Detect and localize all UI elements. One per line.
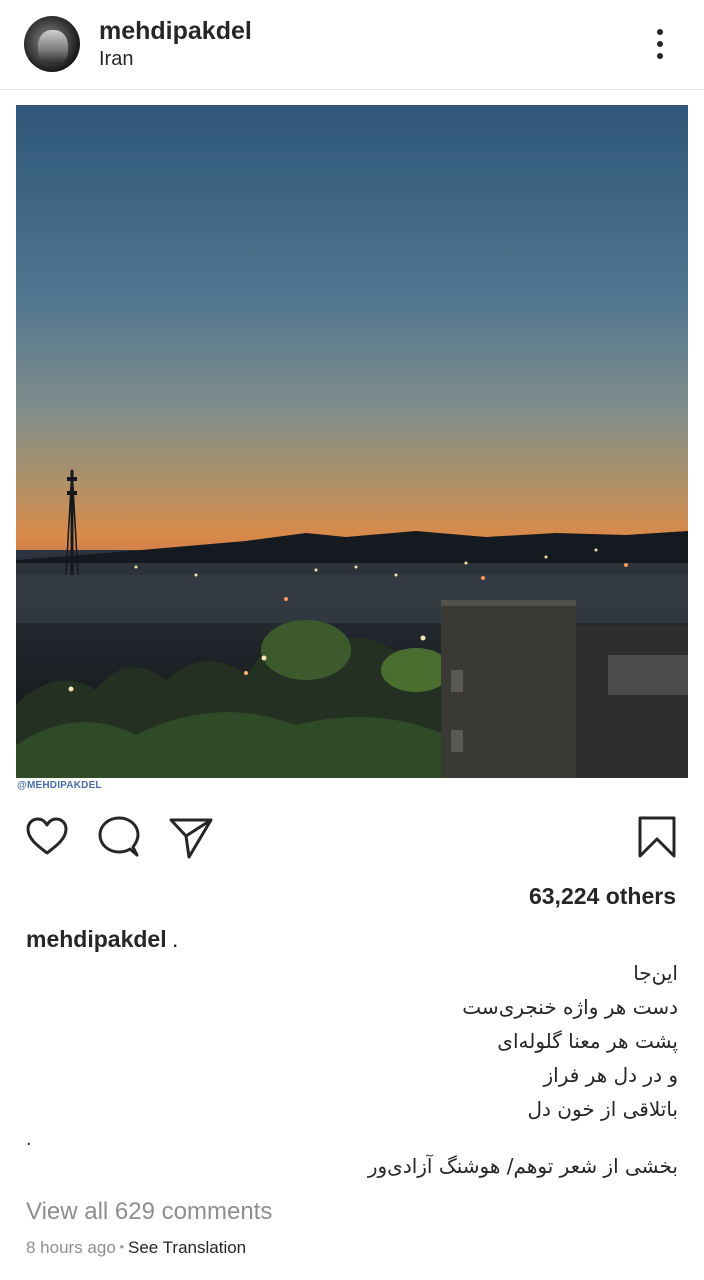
- poem-line: باتلاقی از خون دل: [527, 1097, 679, 1121]
- comment-icon[interactable]: [96, 814, 142, 860]
- send-icon[interactable]: [168, 814, 214, 860]
- caption-username[interactable]: mehdipakdel: [26, 926, 167, 953]
- post-location[interactable]: Iran: [99, 48, 133, 71]
- meta-separator: •: [119, 1240, 124, 1254]
- heart-icon[interactable]: [24, 814, 70, 860]
- likes-count[interactable]: 63,224 others: [529, 883, 676, 910]
- poem-line: دست هر واژه خنجری‌ست: [462, 995, 678, 1019]
- poem-line: پشت هر معنا گلوله‌ای: [497, 1029, 678, 1053]
- see-translation-link[interactable]: See Translation: [128, 1238, 246, 1257]
- post-actions: [0, 808, 704, 864]
- post-username[interactable]: mehdipakdel: [99, 17, 252, 46]
- post-header: mehdipakdel Iran: [0, 0, 704, 90]
- post-meta: 8 hours ago • See Translation: [26, 1238, 246, 1258]
- caption-poem: این‌جا دست هر واژه خنجری‌ست پشت هر معنا …: [178, 956, 678, 1126]
- poem-line: و در دل هر فراز: [543, 1063, 678, 1087]
- view-all-comments-link[interactable]: View all 629 comments: [26, 1198, 272, 1226]
- bookmark-icon[interactable]: [634, 814, 680, 860]
- poem-line: این‌جا: [633, 961, 678, 985]
- more-options-icon[interactable]: [650, 26, 670, 62]
- avatar[interactable]: [24, 16, 80, 72]
- caption-trailing: .: [172, 926, 179, 952]
- caption-separator: .: [26, 1128, 32, 1150]
- post-photo[interactable]: [16, 105, 688, 778]
- post-timestamp: 8 hours ago: [26, 1238, 116, 1257]
- photo-watermark: @MEHDIPAKDEL: [17, 780, 102, 791]
- caption-credit: بخشی از شعر توهم/ هوشنگ آزادی‌ور: [367, 1154, 678, 1178]
